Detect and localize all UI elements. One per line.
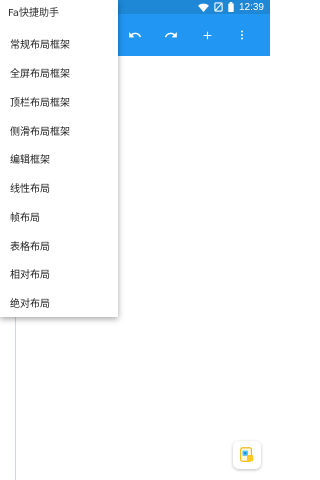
menu-item-label: 全屏布局框架 [10,68,70,80]
status-right: 12:39 [198,0,264,14]
undo-icon [129,32,142,38]
menu-item-drawer-layout[interactable]: 侧滑布局框架 [0,116,118,145]
menu-item-label: 侧滑布局框架 [10,126,70,138]
app-helper-icon [240,447,254,462]
redo-icon [164,32,177,38]
menu-item-edit-frame[interactable]: 编辑框架 [0,144,118,173]
battery-icon [228,2,234,12]
add-button[interactable] [192,14,222,56]
status-time: 12:39 [238,1,264,13]
menu-item-label: 线性布局 [10,183,50,195]
menu-item-label: 编辑框架 [10,154,50,166]
menu-item-fullscreen-layout[interactable]: 全屏布局框架 [0,58,118,87]
helper-floating-button[interactable] [233,441,261,469]
menu-item-frame-layout[interactable]: 帧布局 [0,202,118,231]
menu-item-relative-layout[interactable]: 相对布局 [0,259,118,288]
undo-button[interactable] [120,14,150,56]
menu-item-table-layout[interactable]: 表格布局 [0,231,118,260]
menu-item-label: 顶栏布局框架 [10,97,70,109]
menu-item-regular-layout[interactable]: 常规布局框架 [0,29,118,58]
menu-item-label: 绝对布局 [10,298,50,310]
menu-item-topbar-layout[interactable]: 顶栏布局框架 [0,87,118,116]
more-vertical-icon [241,30,243,40]
add-icon [203,31,211,39]
menu-item-label: 相对布局 [10,269,50,281]
no-sim-icon [214,2,223,12]
redo-button[interactable] [156,14,186,56]
menu-item-label: 表格布局 [10,241,50,253]
wifi-icon [198,3,209,12]
menu-item-linear-layout[interactable]: 线性布局 [0,173,118,202]
menu-item-label: 常规布局框架 [10,39,70,51]
menu-item-label: 帧布局 [10,212,40,224]
more-options-button[interactable] [227,14,257,56]
layout-menu: Fa快捷助手 常规布局框架 全屏布局框架 顶栏布局框架 侧滑布局框架 编辑框架 … [0,0,118,317]
menu-header: Fa快捷助手 [8,8,59,19]
menu-item-absolute-layout[interactable]: 绝对布局 [0,288,118,317]
